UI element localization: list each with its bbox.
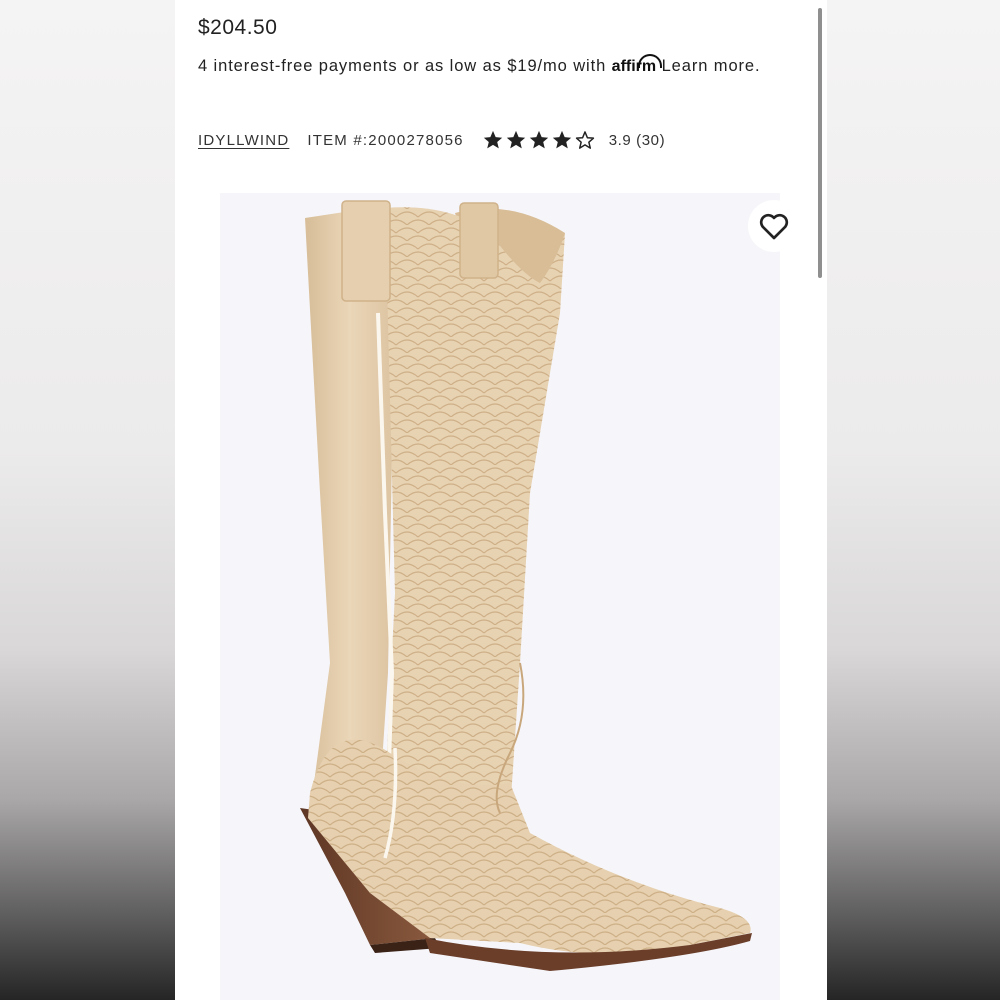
background-left xyxy=(0,0,175,1000)
boot-shaft-front xyxy=(385,207,565,814)
product-image[interactable] xyxy=(220,193,780,1000)
product-meta: IDYLLWIND ITEM #:2000278056 3.9 (30) xyxy=(198,128,665,152)
affirm-text: 4 interest-free payments or as low as $1… xyxy=(198,57,612,75)
scrollbar[interactable] xyxy=(818,8,822,278)
star-full-icon xyxy=(483,130,502,149)
star-full-icon xyxy=(506,130,525,149)
boot-pull-strap-left xyxy=(341,200,391,302)
heart-icon xyxy=(759,213,789,240)
product-price: $204.50 xyxy=(198,16,278,39)
affirm-payment-info: 4 interest-free payments or as low as $1… xyxy=(198,54,788,79)
learn-more-link[interactable]: Learn more. xyxy=(656,57,760,75)
star-full-icon xyxy=(529,130,548,149)
star-rating[interactable] xyxy=(482,129,597,151)
rating-text: 3.9 (30) xyxy=(608,131,666,149)
background-right xyxy=(827,0,1000,1000)
item-number: ITEM #:2000278056 xyxy=(307,131,464,149)
boot-pull-strap-right xyxy=(459,202,499,279)
wishlist-button[interactable] xyxy=(748,200,800,252)
boot-image xyxy=(300,200,752,971)
brand-link[interactable]: IDYLLWIND xyxy=(198,132,289,149)
product-panel: $204.50 4 interest-free payments or as l… xyxy=(175,0,827,1000)
star-empty-icon xyxy=(575,131,594,149)
affirm-logo: affirm xyxy=(612,54,662,75)
star-full-icon xyxy=(552,130,571,149)
